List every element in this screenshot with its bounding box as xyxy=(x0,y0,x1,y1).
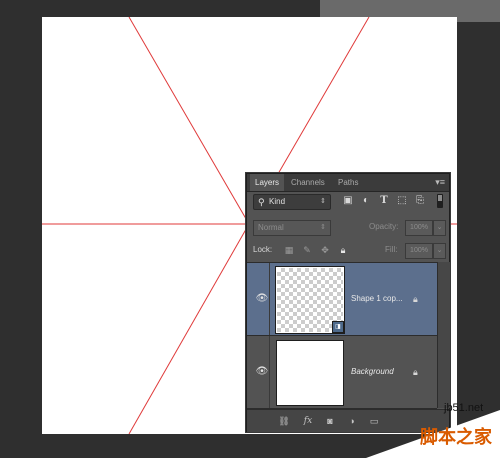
layer-thumbnail: ◨ xyxy=(275,266,345,334)
lock-move-icon[interactable]: ✥ xyxy=(319,243,331,257)
guide-diagonal-lower-left xyxy=(128,223,250,434)
adjustment-layer-icon[interactable]: ◑ xyxy=(345,414,359,428)
fill-field[interactable]: 100% xyxy=(405,243,433,259)
search-icon: ⚲ xyxy=(258,197,265,207)
divider xyxy=(269,336,270,408)
pixel-filter-icon[interactable]: ▣ xyxy=(341,194,355,208)
opacity-dropdown-icon[interactable]: ⌄ xyxy=(433,220,446,236)
shape-filter-icon[interactable]: ⬚ xyxy=(395,194,409,208)
smart-object-filter-icon[interactable]: ⎘ xyxy=(413,194,427,208)
tab-layers[interactable]: Layers xyxy=(250,174,285,191)
link-layers-icon[interactable]: ⛓ xyxy=(277,414,291,428)
kind-label: Kind xyxy=(269,197,286,206)
lock-row: Lock: ▦ ✎ ✥ 🔒︎ Fill: 100% ⌄ xyxy=(253,243,446,259)
divider xyxy=(269,263,270,335)
lock-transparency-icon[interactable]: ▦ xyxy=(283,243,295,257)
opacity-label: Opacity: xyxy=(369,222,399,231)
filter-toggle[interactable] xyxy=(437,194,443,208)
guide-diagonal-upper-left xyxy=(128,17,250,225)
add-mask-icon[interactable]: ◙ xyxy=(323,414,337,428)
panel-tabs: Layers Channels Paths ▾≡ xyxy=(247,174,449,192)
filter-row: ⚲ Kind ⇕ ▣ ◐ T ⬚ ⎘ xyxy=(253,194,443,210)
lock-icon: 🔒︎ xyxy=(413,294,418,304)
layer-name[interactable]: Shape 1 cop... xyxy=(351,263,403,335)
panel-menu-icon[interactable]: ▾≡ xyxy=(435,177,445,188)
blend-mode-select[interactable]: Normal ⇕ xyxy=(253,220,331,236)
vector-mask-icon: ◨ xyxy=(332,321,344,333)
fx-icon[interactable]: fx xyxy=(301,414,315,428)
updown-icon: ⇕ xyxy=(320,198,326,205)
fill-dropdown-icon[interactable]: ⌄ xyxy=(433,243,446,259)
blend-row: Normal ⇕ Opacity: 100% ⌄ xyxy=(253,220,446,236)
watermark-site: jb51.net xyxy=(444,402,484,414)
lock-brush-icon[interactable]: ✎ xyxy=(301,243,313,257)
blend-mode-value: Normal xyxy=(258,223,284,232)
opacity-field[interactable]: 100% xyxy=(405,220,433,236)
fill-label: Fill: xyxy=(385,245,398,254)
adjustment-filter-icon[interactable]: ◐ xyxy=(359,194,373,208)
tab-paths[interactable]: Paths xyxy=(333,174,363,191)
type-filter-icon[interactable]: T xyxy=(377,194,391,208)
layer-row-shape-1-copy[interactable]: 👁︎ ◨ Shape 1 cop... 🔒︎ xyxy=(247,263,437,336)
layer-thumbnail xyxy=(276,340,344,406)
watermark-name: 脚本之家 xyxy=(420,427,492,448)
updown-icon: ⇕ xyxy=(320,224,326,231)
kind-filter-select[interactable]: ⚲ Kind ⇕ xyxy=(253,194,331,210)
lock-all-icon[interactable]: 🔒︎ xyxy=(337,243,349,257)
tab-channels[interactable]: Channels xyxy=(286,174,330,191)
lock-label: Lock: xyxy=(253,245,273,254)
